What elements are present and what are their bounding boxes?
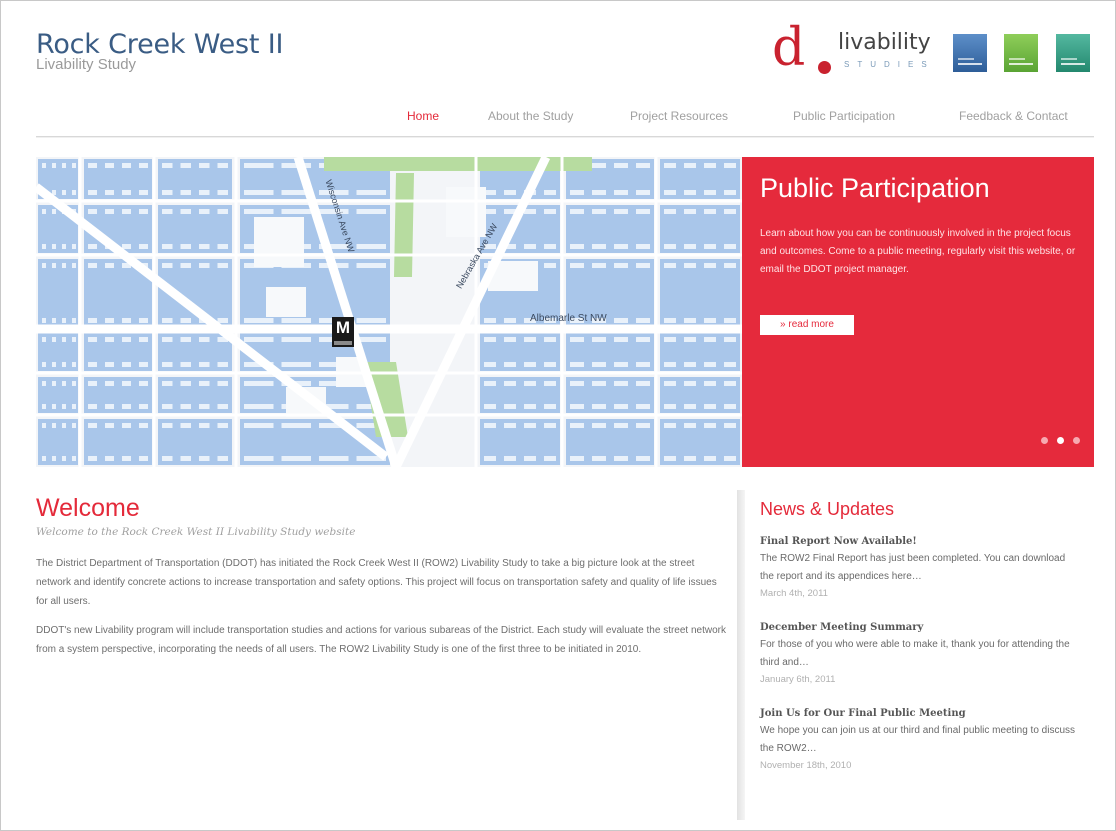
news-item-title[interactable]: December Meeting Summary: [760, 620, 1078, 636]
map-graphic: [36, 157, 742, 467]
news-heading: News & Updates: [760, 499, 895, 519]
news-item-title[interactable]: Join Us for Our Final Public Meeting: [760, 706, 1078, 722]
metro-label: M: [335, 318, 351, 337]
welcome-heading: Welcome: [36, 494, 140, 522]
news-item-body: For those of you who were able to make i…: [760, 639, 1070, 668]
nav-feedback-contact[interactable]: Feedback & Contact: [959, 109, 1068, 123]
neighborhood-map: Wisconsin Ave NW Nebraska Ave NW Albemar…: [36, 157, 742, 467]
news-section: News & Updates Final Report Now Availabl…: [760, 498, 1078, 774]
nav-home[interactable]: Home: [407, 109, 439, 123]
nav-about-the-study[interactable]: About the Study: [488, 109, 573, 123]
logo-dot: [818, 61, 831, 74]
read-more-button[interactable]: » read more: [760, 315, 854, 335]
slide-dot-2[interactable]: [1057, 437, 1064, 444]
park-strip-vertical: [394, 173, 414, 277]
news-item-body: We hope you can join us at our third and…: [760, 725, 1075, 754]
welcome-subheading: Welcome to the Rock Creek West II Livabi…: [36, 526, 356, 538]
nav-project-resources[interactable]: Project Resources: [630, 109, 728, 123]
news-item: Final Report Now Available! The ROW2 Fin…: [760, 534, 1078, 602]
news-item-title[interactable]: Final Report Now Available!: [760, 534, 1078, 550]
nav-divider: [36, 136, 1094, 137]
logo-letter: d: [772, 18, 806, 78]
panel-body: Learn about how you can be continuously …: [760, 228, 1076, 275]
news-item: December Meeting Summary For those of yo…: [760, 620, 1078, 688]
slide-dot-1[interactable]: [1041, 437, 1048, 444]
news-item-date: January 6th, 2011: [760, 674, 836, 685]
welcome-paragraph-1: The District Department of Transportatio…: [36, 558, 717, 607]
slide-panel-public-participation: Public Participation Learn about how you…: [742, 157, 1094, 467]
map-label-albemarle: Albemarle St NW: [530, 313, 607, 324]
livability-studies-logo[interactable]: d livability STUDIES: [772, 20, 1092, 78]
slide-pager: [1032, 431, 1080, 449]
news-item-body: The ROW2 Final Report has just been comp…: [760, 553, 1066, 582]
news-item: Join Us for Our Final Public Meeting We …: [760, 706, 1078, 774]
logo-tagline: STUDIES: [844, 60, 935, 69]
news-divider: [737, 490, 745, 820]
logo-word: livability: [838, 30, 931, 55]
hero-slider: Wisconsin Ave NW Nebraska Ave NW Albemar…: [36, 157, 1094, 467]
welcome-section: Welcome Welcome to the Rock Creek West I…: [36, 494, 726, 659]
study-thumbnail-blue[interactable]: [953, 34, 987, 72]
study-thumbnail-green[interactable]: [1004, 34, 1038, 72]
welcome-paragraph-2: DDOT's new Livability program will inclu…: [36, 625, 726, 655]
panel-heading: Public Participation: [760, 173, 990, 203]
news-item-date: March 4th, 2011: [760, 588, 828, 599]
park-strip-top: [324, 157, 592, 171]
nav-public-participation[interactable]: Public Participation: [793, 109, 895, 123]
study-thumbnail-teal[interactable]: [1056, 34, 1090, 72]
slide-dot-3[interactable]: [1073, 437, 1080, 444]
news-item-date: November 18th, 2010: [760, 760, 852, 771]
site-title[interactable]: Rock Creek West II Livability Study: [36, 30, 283, 73]
main-nav: Home About the Study Project Resources P…: [0, 109, 1116, 129]
